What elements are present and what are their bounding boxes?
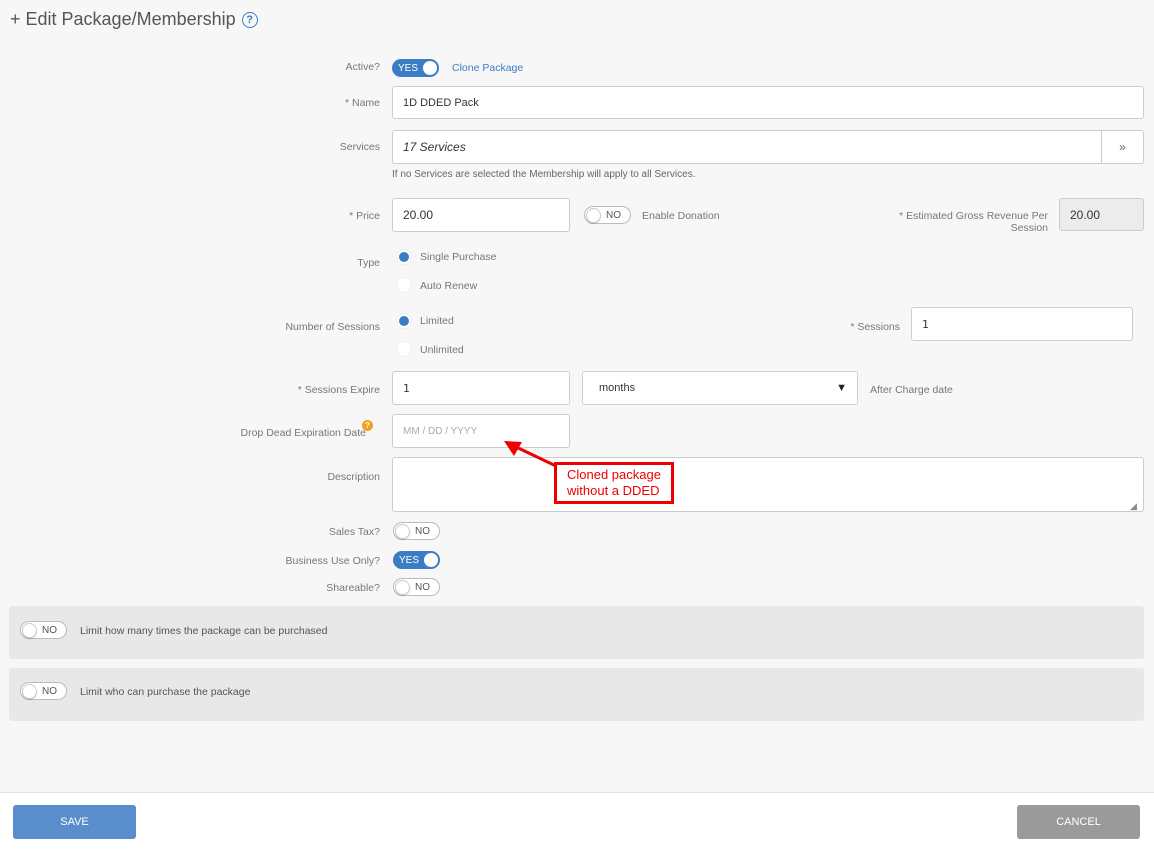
after-charge-label: After Charge date <box>870 384 953 396</box>
double-chevron-down-icon[interactable]: » <box>1101 131 1143 163</box>
clone-package-link[interactable]: Clone Package <box>452 62 523 74</box>
sessions-number-label: Number of Sessions <box>285 321 380 333</box>
type-auto-label: Auto Renew <box>420 280 478 292</box>
type-single-radio[interactable] <box>396 249 412 265</box>
name-label: * Name <box>344 97 380 109</box>
callout-arrow <box>504 441 557 468</box>
revenue-label: * Estimated Gross Revenue Per Session <box>899 210 1048 234</box>
resize-handle-icon[interactable]: ◢ <box>1130 501 1137 512</box>
type-label: Type <box>357 257 380 269</box>
sessions-limited-radio[interactable] <box>396 313 412 329</box>
sales-tax-toggle[interactable]: NO <box>393 522 440 540</box>
type-auto-radio[interactable] <box>396 277 412 293</box>
sessions-expire-label: * Sessions Expire <box>297 384 380 396</box>
shareable-label: Shareable? <box>326 582 380 594</box>
limit-purchases-toggle[interactable]: NO <box>20 621 67 639</box>
sessions-input[interactable]: 1 <box>911 307 1133 341</box>
footer-bar <box>0 792 1154 850</box>
business-use-label: Business Use Only? <box>285 555 380 567</box>
sessions-limited-label: Limited <box>420 315 454 327</box>
services-hint: If no Services are selected the Membersh… <box>392 169 696 180</box>
info-icon[interactable]: ? <box>362 420 373 431</box>
services-select[interactable]: 17 Services <box>392 130 1144 164</box>
name-input[interactable]: 1D DDED Pack <box>392 86 1144 119</box>
callout-box: Cloned package without a DDED <box>554 462 674 504</box>
sessions-unlimited-label: Unlimited <box>420 344 464 356</box>
page-title: + Edit Package/Membership ? <box>10 9 258 30</box>
business-use-toggle[interactable]: YES <box>393 551 440 569</box>
dded-label: Drop Dead Expiration Date <box>240 427 366 439</box>
save-button[interactable]: SAVE <box>13 805 136 839</box>
active-label: Active? <box>345 61 380 73</box>
limit-who-toggle[interactable]: NO <box>20 682 67 700</box>
type-single-label: Single Purchase <box>420 251 497 263</box>
description-label: Description <box>327 471 380 483</box>
active-toggle[interactable]: YES <box>392 59 439 77</box>
shareable-toggle[interactable]: NO <box>393 578 440 596</box>
chevron-down-icon: ▼ <box>836 382 847 394</box>
help-icon[interactable]: ? <box>241 11 258 28</box>
services-label: Services <box>339 141 380 153</box>
sales-tax-label: Sales Tax? <box>328 526 380 538</box>
sessions-expire-input[interactable]: 1 <box>392 371 570 405</box>
donation-toggle[interactable]: NO <box>584 206 631 224</box>
donation-label: Enable Donation <box>642 210 720 222</box>
limit-purchases-label: Limit how many times the package can be … <box>80 625 328 637</box>
cancel-button[interactable]: CANCEL <box>1017 805 1140 839</box>
sessions-label: * Sessions <box>850 321 900 333</box>
price-label: * Price <box>349 210 380 222</box>
limit-who-label: Limit who can purchase the package <box>80 686 251 698</box>
revenue-field: 20.00 <box>1059 198 1144 231</box>
sessions-expire-unit-select[interactable]: months ▼ <box>582 371 858 405</box>
sessions-unlimited-radio[interactable] <box>396 341 412 357</box>
price-input[interactable]: 20.00 <box>392 198 570 232</box>
